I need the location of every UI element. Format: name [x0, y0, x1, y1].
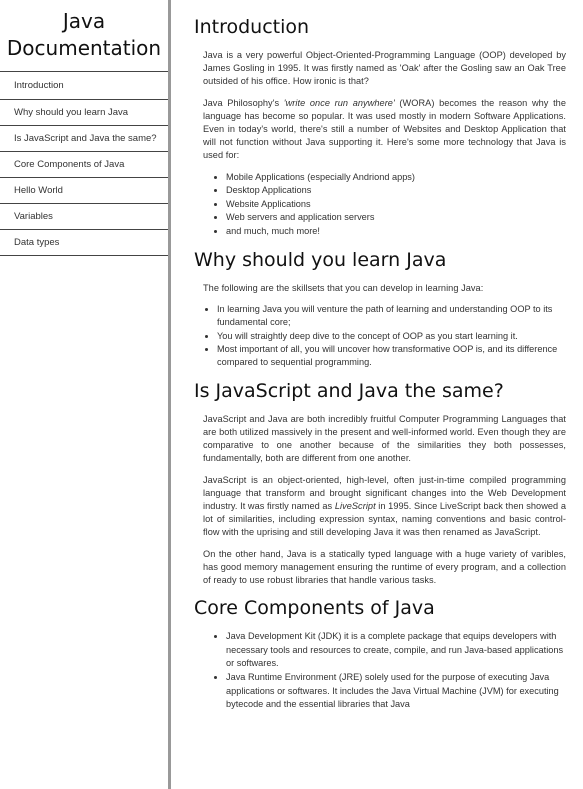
nav-link-variables[interactable]: Variables [0, 204, 168, 229]
text: Java Philosophy's [203, 97, 284, 108]
section-header: Introduction [194, 16, 310, 38]
nav-link-data-types[interactable]: Data types [0, 230, 168, 255]
paragraph: Java Philosophy's 'write once run anywhe… [203, 97, 566, 163]
bullet-list: Mobile Applications (especially Andriond… [194, 171, 566, 239]
nav-title-line1: Java [62, 9, 106, 33]
paragraph: JavaScript and Java are both incredibly … [203, 413, 566, 464]
bullet-list: Java Development Kit (JDK) it is a compl… [194, 630, 566, 712]
list-item: In learning Java you will venture the pa… [217, 303, 566, 330]
nav-item: Variables [0, 204, 168, 230]
section-header: Core Components of Java [194, 597, 435, 620]
nav-item: Why should you learn Java [0, 100, 168, 126]
bullet-list: In learning Java you will venture the pa… [194, 303, 566, 370]
paragraph: On the other hand, Java is a statically … [203, 548, 566, 586]
paragraph: Java is a very powerful Object-Oriented-… [203, 50, 566, 87]
list-item: Most important of all, you will uncover … [217, 343, 566, 370]
list-item: Desktop Applications [226, 184, 566, 198]
section-header: Why should you learn Java [194, 248, 447, 271]
paragraph: The following are the skillsets that you… [203, 282, 484, 293]
nav-link-hello-world[interactable]: Hello World [0, 178, 168, 203]
nav-item: Core Components of Java [0, 152, 168, 178]
section-introduction: Introduction Java is a very powerful Obj… [194, 14, 566, 239]
section-why-learn-java: Why should you learn Java The following … [194, 247, 566, 370]
emphasis: LiveScript [334, 501, 376, 512]
nav-list: Introduction Why should you learn Java I… [0, 72, 168, 256]
section-core-components: Core Components of Java Java Development… [194, 595, 566, 712]
list-item: Website Applications [226, 198, 566, 212]
list-item: and much, much more! [226, 225, 566, 239]
nav-link-introduction[interactable]: Introduction [0, 72, 168, 99]
nav-link-javascript-vs-java[interactable]: Is JavaScript and Java the same? [0, 126, 168, 151]
list-item: Java Development Kit (JDK) it is a compl… [226, 630, 566, 671]
list-item: Java Runtime Environment (JRE) solely us… [226, 671, 566, 712]
list-item: Mobile Applications (especially Andriond… [226, 171, 566, 185]
nav-item: Data types [0, 230, 168, 256]
list-item: Web servers and application servers [226, 211, 566, 225]
nav-link-core-components[interactable]: Core Components of Java [0, 152, 168, 177]
nav-link-why-learn-java[interactable]: Why should you learn Java [0, 100, 168, 125]
list-item: You will straightly deep dive to the con… [217, 330, 566, 343]
main-doc: Introduction Java is a very powerful Obj… [194, 14, 566, 720]
section-javascript-vs-java: Is JavaScript and Java the same? JavaScr… [194, 378, 566, 587]
paragraph: JavaScript is an object-oriented, high-l… [203, 474, 566, 540]
navbar: Java Documentation Introduction Why shou… [0, 0, 171, 789]
section-header: Is JavaScript and Java the same? [194, 379, 504, 402]
nav-item: Introduction [0, 72, 168, 100]
nav-title-line2: Documentation [6, 36, 162, 60]
emphasis: 'write once run anywhere' [283, 97, 395, 108]
nav-title: Java Documentation [0, 0, 168, 72]
nav-item: Hello World [0, 178, 168, 204]
nav-item: Is JavaScript and Java the same? [0, 126, 168, 152]
